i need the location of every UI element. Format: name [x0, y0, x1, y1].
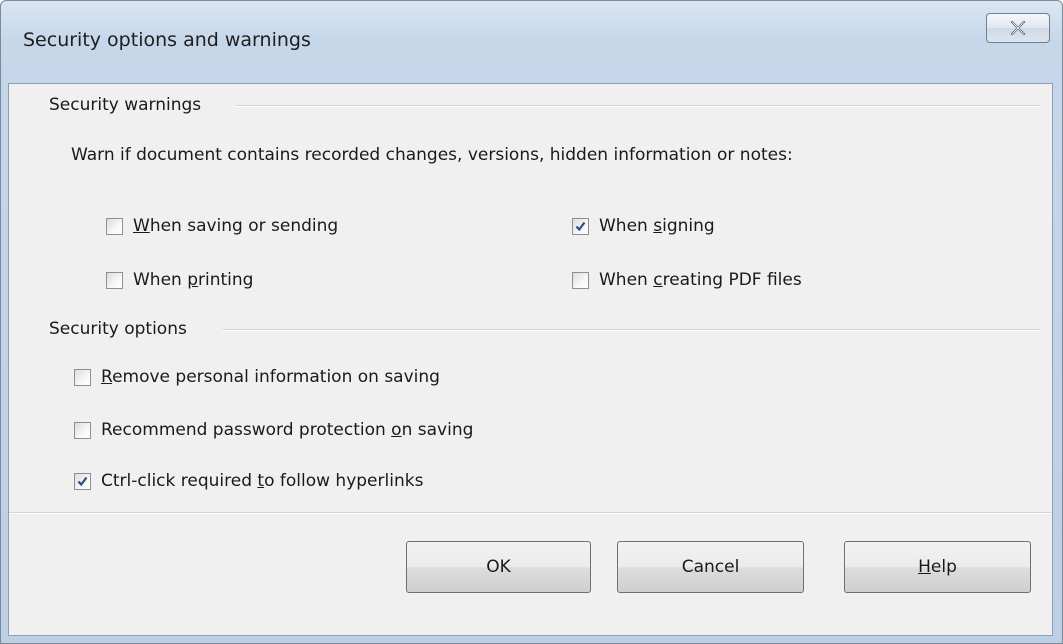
- checkbox-box[interactable]: [572, 217, 589, 235]
- checkbox-when-printing[interactable]: When printing: [106, 270, 253, 290]
- close-button[interactable]: [986, 13, 1050, 43]
- help-button[interactable]: Help: [844, 541, 1031, 593]
- checkbox-label: Remove personal information on saving: [101, 367, 440, 387]
- checkbox-when-creating-pdf[interactable]: When creating PDF files: [572, 270, 802, 290]
- checkbox-label: When creating PDF files: [599, 270, 802, 290]
- checkbox-box[interactable]: [106, 217, 123, 235]
- checkbox-box[interactable]: [106, 271, 123, 289]
- checkbox-remove-personal-info[interactable]: Remove personal information on saving: [74, 367, 440, 387]
- checkbox-box[interactable]: [572, 271, 589, 289]
- security-warnings-heading: Security warnings: [49, 95, 202, 115]
- checkbox-when-saving-or-sending[interactable]: When saving or sending: [106, 216, 338, 236]
- checkbox-recommend-password[interactable]: Recommend password protection on saving: [74, 420, 473, 440]
- security-options-divider: [222, 329, 1041, 331]
- dialog-window: Security options and warnings Security w…: [0, 0, 1063, 644]
- checkbox-ctrl-click-hyperlinks[interactable]: Ctrl-click required to follow hyperlinks: [74, 471, 423, 491]
- dialog-title: Security options and warnings: [23, 29, 311, 51]
- title-bar: Security options and warnings: [1, 1, 1062, 83]
- close-x-icon: [1010, 21, 1026, 35]
- dialog-content: Security warnings Warn if document conta…: [8, 83, 1053, 636]
- security-options-heading: Security options: [49, 319, 187, 339]
- warning-description: Warn if document contains recorded chang…: [71, 145, 793, 165]
- security-warnings-divider: [235, 105, 1041, 107]
- checkbox-box[interactable]: [74, 472, 91, 490]
- checkbox-label: Ctrl-click required to follow hyperlinks: [101, 471, 424, 491]
- checkbox-label: When printing: [133, 270, 254, 290]
- cancel-button[interactable]: Cancel: [617, 541, 804, 593]
- checkbox-box[interactable]: [74, 421, 91, 439]
- checkbox-label: When saving or sending: [133, 216, 339, 236]
- footer-divider: [9, 512, 1052, 514]
- checkbox-label: When signing: [599, 216, 715, 236]
- checkbox-when-signing[interactable]: When signing: [572, 216, 715, 236]
- checkbox-label: Recommend password protection on saving: [101, 420, 474, 440]
- checkbox-box[interactable]: [74, 368, 91, 386]
- ok-button[interactable]: OK: [406, 541, 591, 593]
